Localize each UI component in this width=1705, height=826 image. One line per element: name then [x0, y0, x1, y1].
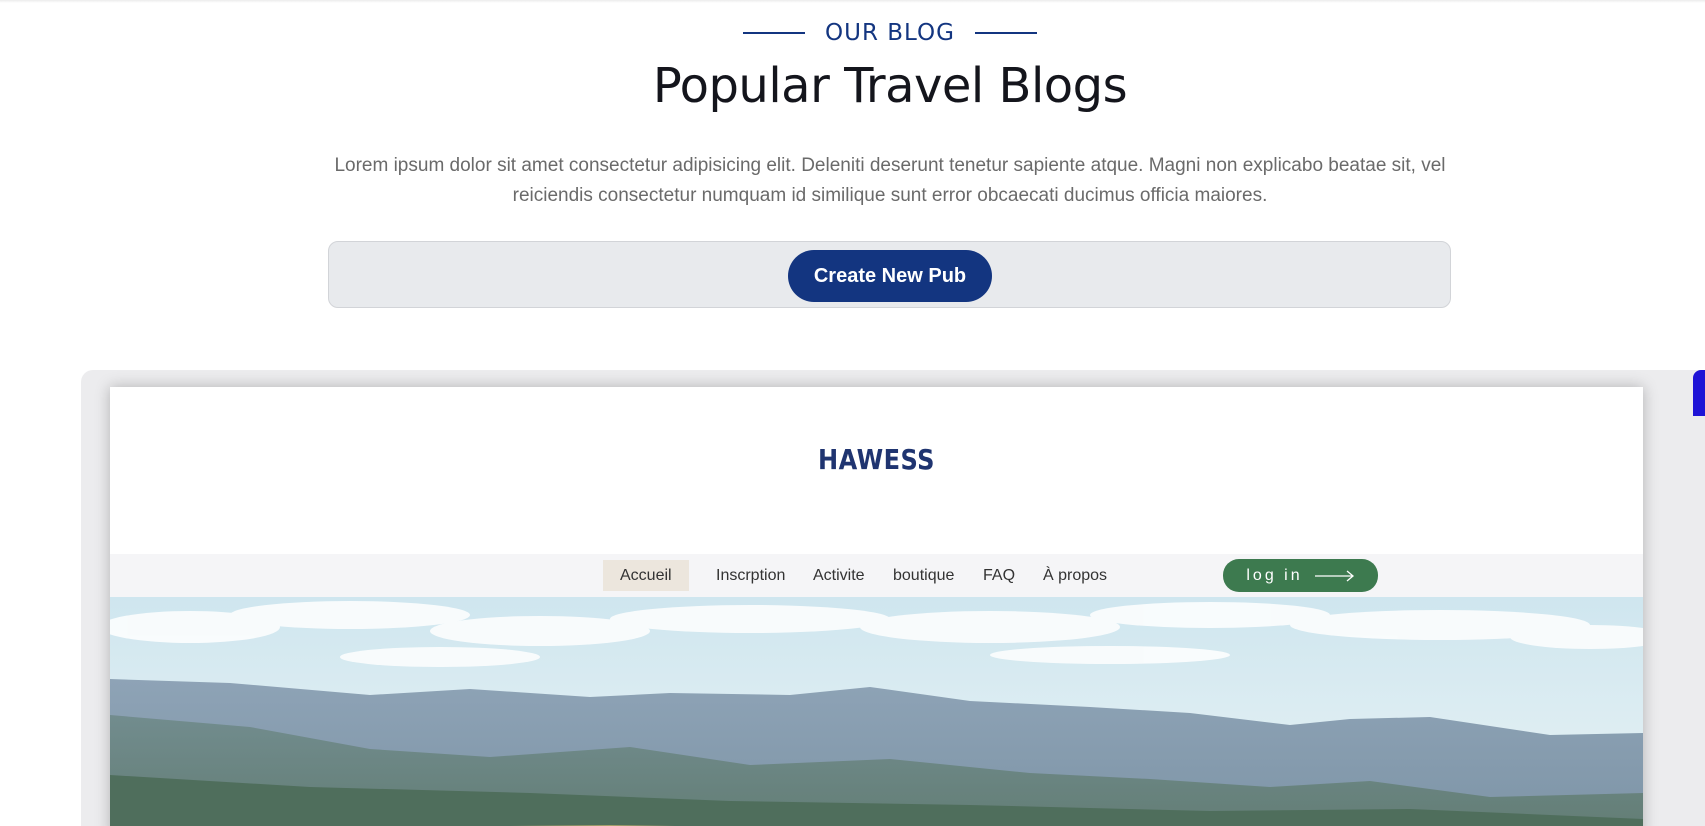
eyebrow-text: OUR BLOG — [825, 20, 955, 46]
nav-item-inscrption[interactable]: Inscrption — [699, 560, 802, 591]
preview-navbar: Accueil Inscrption Activite boutique FAQ… — [110, 554, 1643, 597]
eyebrow-line-right — [974, 32, 1037, 34]
page: OUR BLOG Popular Travel Blogs Lorem ipsu… — [0, 0, 1705, 826]
login-button[interactable]: log in — [1223, 559, 1378, 592]
scroll-indicator — [1693, 370, 1705, 416]
nav-item-a-propos[interactable]: À propos — [1026, 560, 1124, 591]
brand-logo: HAWESS — [818, 443, 935, 476]
login-label: log in — [1246, 566, 1303, 584]
top-shadow — [0, 0, 1705, 3]
nav-item-accueil[interactable]: Accueil — [603, 560, 689, 591]
create-new-pub-button[interactable]: Create New Pub — [788, 250, 992, 302]
nav-item-faq[interactable]: FAQ — [966, 560, 1032, 591]
section-eyebrow: OUR BLOG — [0, 20, 1705, 46]
hero-landscape-image — [110, 597, 1643, 826]
blog-preview-screenshot[interactable]: HAWESS Accueil Inscrption Activite bouti… — [110, 387, 1643, 826]
arrow-right-icon — [1314, 570, 1354, 581]
eyebrow-line-left — [743, 32, 806, 34]
nav-item-activite[interactable]: Activite — [796, 560, 882, 591]
nav-item-boutique[interactable]: boutique — [876, 560, 971, 591]
section-description: Lorem ipsum dolor sit amet consectetur a… — [334, 155, 1446, 206]
section-title: Popular Travel Blogs — [652, 58, 1128, 114]
